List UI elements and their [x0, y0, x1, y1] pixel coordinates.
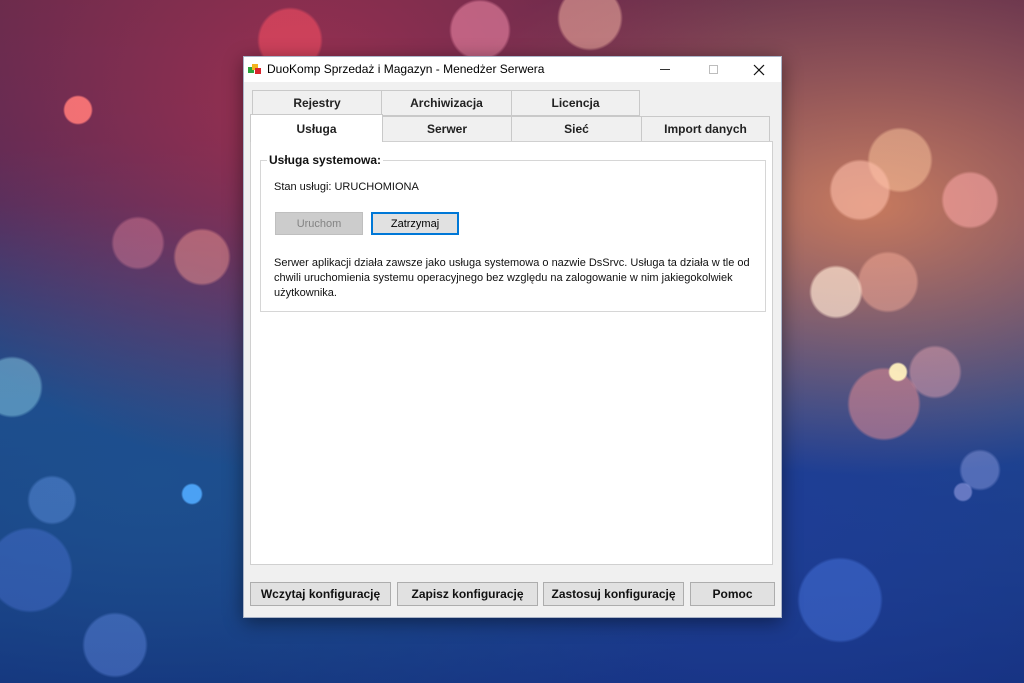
- minimize-icon: [660, 69, 670, 70]
- start-service-button[interactable]: Uruchom: [275, 212, 363, 235]
- tab-licencja[interactable]: Licencja: [511, 90, 640, 116]
- save-label: Zapisz konfigurację: [411, 587, 524, 601]
- service-status: Stan usługi: URUCHOMIONA: [274, 181, 419, 193]
- tab-label: Usługa: [296, 121, 337, 136]
- help-label: Pomoc: [712, 587, 753, 601]
- server-manager-window: DuoKomp Sprzedaż i Magazyn - Menedżer Se…: [243, 56, 782, 618]
- app-cubes-icon: [248, 64, 261, 74]
- tab-label: Licencja: [551, 96, 600, 110]
- tab-label: Archiwizacja: [410, 96, 483, 110]
- group-title: Usługa systemowa:: [267, 153, 384, 167]
- apply-config-button[interactable]: Zastosuj konfigurację: [543, 582, 684, 606]
- tab-panel-usluga: Usługa systemowa: Stan usługi: URUCHOMION…: [250, 141, 773, 565]
- stop-service-button[interactable]: Zatrzymaj: [371, 212, 459, 235]
- tab-label: Rejestry: [293, 96, 341, 110]
- service-groupbox: Usługa systemowa: Stan usługi: URUCHOMION…: [260, 153, 766, 312]
- load-config-button[interactable]: Wczytaj konfigurację: [250, 582, 391, 606]
- tab-label: Import danych: [664, 122, 747, 136]
- tab-label: Sieć: [564, 122, 589, 136]
- status-label: Stan usługi:: [274, 181, 332, 193]
- tab-rejestry[interactable]: Rejestry: [252, 90, 382, 116]
- save-config-button[interactable]: Zapisz konfigurację: [397, 582, 538, 606]
- service-description: Serwer aplikacji działa zawsze jako usłu…: [274, 257, 750, 299]
- close-button[interactable]: [736, 57, 782, 82]
- help-button[interactable]: Pomoc: [690, 582, 775, 606]
- load-label: Wczytaj konfigurację: [260, 587, 381, 601]
- tab-import-danych[interactable]: Import danych: [641, 116, 770, 142]
- start-label: Uruchom: [296, 217, 342, 230]
- tab-usluga[interactable]: Usługa: [250, 114, 383, 142]
- apply-label: Zastosuj konfigurację: [551, 587, 676, 601]
- maximize-button[interactable]: [690, 57, 736, 82]
- close-icon: [753, 64, 765, 75]
- maximize-icon: [708, 65, 718, 74]
- window-title: DuoKomp Sprzedaż i Magazyn - Menedżer Se…: [267, 62, 545, 76]
- minimize-button[interactable]: [642, 57, 688, 82]
- tab-label: Serwer: [426, 122, 468, 136]
- tab-serwer[interactable]: Serwer: [382, 116, 512, 142]
- status-value: URUCHOMIONA: [334, 181, 419, 193]
- stop-label: Zatrzymaj: [390, 217, 440, 230]
- tab-archiwizacja[interactable]: Archiwizacja: [381, 90, 512, 116]
- tab-siec[interactable]: Sieć: [511, 116, 642, 142]
- title-bar[interactable]: DuoKomp Sprzedaż i Magazyn - Menedżer Se…: [244, 57, 781, 82]
